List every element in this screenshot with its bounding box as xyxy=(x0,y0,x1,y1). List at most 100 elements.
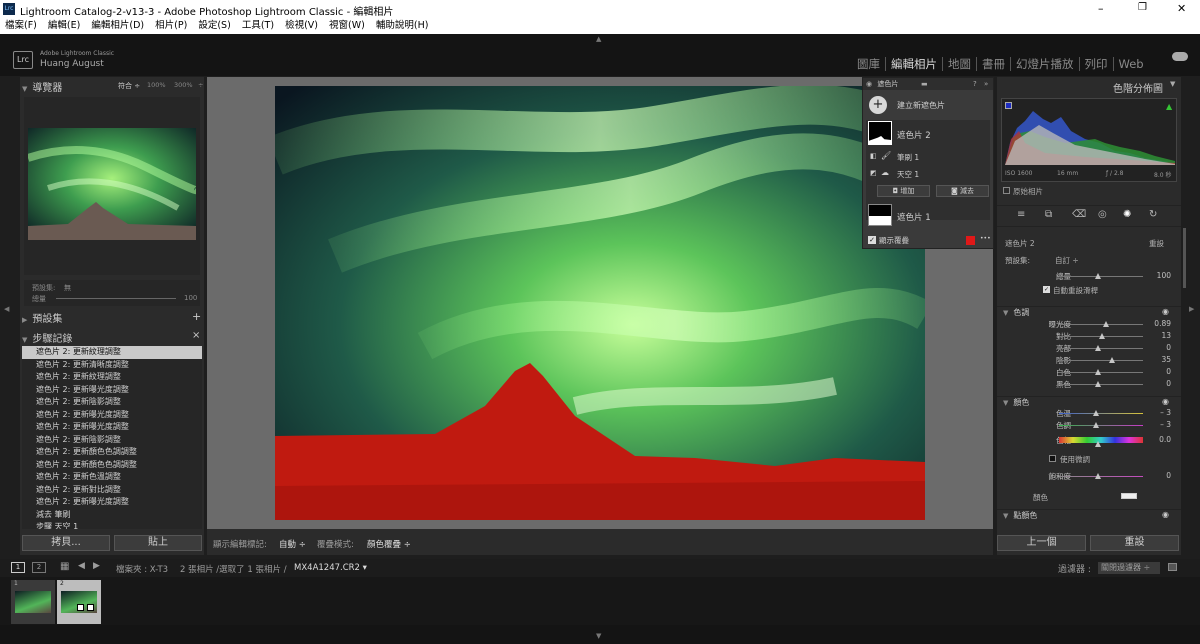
module-slideshow[interactable]: 幻燈片播放 xyxy=(1011,57,1080,71)
history-item[interactable]: 遮色片 2: 更新紋理調整 xyxy=(22,346,202,359)
filter-lock-icon[interactable] xyxy=(1168,563,1177,571)
slider-knob[interactable] xyxy=(1093,410,1099,416)
temperature-slider[interactable]: 色溫 – 3 xyxy=(1003,408,1175,420)
fine-adjust-label[interactable]: 使用微調 xyxy=(1060,454,1090,465)
show-overlay-label[interactable]: 顯示覆疊 xyxy=(879,235,909,246)
history-item[interactable]: 遮色片 2: 更新色溫調整 xyxy=(22,471,202,484)
history-item[interactable]: 遮色片 2: 更新陰影調整 xyxy=(22,396,202,409)
collapse-icon[interactable]: » xyxy=(984,78,988,90)
zoom-fit[interactable]: 符合 ÷ xyxy=(118,81,140,91)
slider-track[interactable] xyxy=(1059,476,1143,477)
masks-panel-header[interactable]: ◉ 遮色片 ▬ ? » xyxy=(863,78,993,90)
menu-photo[interactable]: 相片(P) xyxy=(155,20,187,31)
maximize-button[interactable]: ❐ xyxy=(1138,2,1147,13)
red-eye-icon[interactable]: ◎ xyxy=(1098,209,1107,220)
menu-help[interactable]: 輔助說明(H) xyxy=(376,20,429,31)
brush-visibility-icon[interactable]: ◧ xyxy=(870,152,877,160)
whites-slider[interactable]: 白色 0 xyxy=(1003,367,1175,379)
reset-button[interactable]: 重設 xyxy=(1090,535,1179,551)
slider-track[interactable] xyxy=(1059,360,1143,361)
previous-button[interactable]: 上一個 xyxy=(997,535,1086,551)
forward-arrow-icon[interactable]: ▶ xyxy=(93,561,100,571)
right-panel-toggle-icon[interactable]: ▶ xyxy=(1189,305,1194,313)
history-header[interactable]: ▼ 步驟記錄 × xyxy=(22,330,202,346)
histogram-collapse-icon[interactable]: ▼ xyxy=(1170,80,1175,88)
help-icon[interactable]: ? xyxy=(973,78,977,90)
temperature-value[interactable]: – 3 xyxy=(1160,408,1171,417)
file-name[interactable]: MX4A1247.CR2 ▾ xyxy=(294,563,367,573)
slider-track[interactable] xyxy=(1059,348,1143,349)
preset-amount-slider[interactable] xyxy=(56,298,176,299)
mask-preset-select[interactable]: 自訂 ÷ xyxy=(1055,255,1079,266)
filter-select[interactable]: 關閉過濾器 ÷ xyxy=(1098,562,1160,574)
mask-amount-value[interactable]: 100 xyxy=(1157,271,1171,280)
subtract-from-mask-button[interactable]: ◙ 減去 xyxy=(936,185,989,197)
module-library[interactable]: 圖庫 xyxy=(852,57,886,71)
second-screen-button[interactable]: 2 xyxy=(32,562,46,573)
slider-track[interactable] xyxy=(1059,384,1143,385)
film-thumb-1[interactable]: 1 xyxy=(11,580,55,624)
histogram[interactable]: ▲ ISO 1600 16 mm ƒ / 2.8 8.0 秒 xyxy=(1001,98,1177,182)
original-photo-label[interactable]: 原始相片 xyxy=(1013,186,1043,197)
hue-slider[interactable]: 色相 0.0 xyxy=(1003,435,1175,447)
zoom-300[interactable]: 300% xyxy=(174,81,193,89)
tone-section-header[interactable]: ▼ 色調 ◉ xyxy=(997,306,1181,320)
hue-value[interactable]: 0.0 xyxy=(1159,435,1171,444)
source-label[interactable]: 檔案夾 : X-T3 xyxy=(116,563,168,575)
add-preset-button[interactable]: + xyxy=(192,310,201,323)
saturation-slider[interactable]: 飽和度 0 xyxy=(1003,471,1175,483)
whites-value[interactable]: 0 xyxy=(1166,367,1171,376)
more-options-icon[interactable]: ••• xyxy=(980,235,991,242)
original-photo-checkbox[interactable] xyxy=(1003,187,1010,194)
auto-reset-label[interactable]: 自動重設滑桿 xyxy=(1053,285,1098,296)
module-develop[interactable]: 編輯相片 xyxy=(886,57,943,71)
history-item[interactable]: 遮色片 2: 更新對比調整 xyxy=(22,484,202,497)
history-item[interactable]: 遮色片 2: 更新曝光度調整 xyxy=(22,496,202,509)
main-photo[interactable] xyxy=(275,86,925,520)
copy-settings-button[interactable]: 拷貝... xyxy=(22,535,110,551)
brush-label[interactable]: 筆刷 1 xyxy=(897,152,919,163)
slider-track[interactable] xyxy=(1059,413,1143,414)
menu-view[interactable]: 檢視(V) xyxy=(285,20,318,31)
blacks-value[interactable]: 0 xyxy=(1166,379,1171,388)
back-arrow-icon[interactable]: ◀ xyxy=(78,561,85,571)
contrast-value[interactable]: 13 xyxy=(1161,331,1171,340)
color-swatch-picker[interactable] xyxy=(1121,493,1137,499)
create-mask-button[interactable]: + xyxy=(869,96,887,114)
history-item[interactable]: 步驟 天空 1 xyxy=(22,521,202,529)
history-item[interactable]: 遮色片 2: 更新陰影調整 xyxy=(22,434,202,447)
exposure-slider[interactable]: 曝光度 0.89 xyxy=(1003,319,1175,331)
mask-reset-link[interactable]: 重設 xyxy=(1149,238,1164,249)
fine-adjust-checkbox[interactable] xyxy=(1049,455,1056,462)
overlay-mode-select[interactable]: 顏色覆疊 ÷ xyxy=(367,538,411,550)
menu-settings[interactable]: 設定(S) xyxy=(198,20,230,31)
history-item[interactable]: 遮色片 2: 更新清晰度調整 xyxy=(22,359,202,372)
exposure-value[interactable]: 0.89 xyxy=(1154,319,1171,328)
close-button[interactable]: ✕ xyxy=(1177,2,1186,15)
slider-track[interactable] xyxy=(1059,324,1143,325)
masking-icon[interactable]: ✺ xyxy=(1123,209,1131,220)
history-item[interactable]: 遮色片 2: 更新顏色色調調整 xyxy=(22,446,202,459)
minimize-button[interactable]: – xyxy=(1098,2,1104,15)
mask1-row[interactable]: 遮色片 1 xyxy=(866,203,990,229)
show-overlay-checkbox[interactable]: ✓ xyxy=(868,236,876,244)
healing-icon[interactable]: ⌫ xyxy=(1072,209,1086,220)
navigator-thumbnail[interactable] xyxy=(28,128,196,240)
sky-visibility-icon[interactable]: ◩ xyxy=(870,169,877,177)
module-web[interactable]: Web xyxy=(1114,57,1149,71)
menu-edit[interactable]: 編輯(E) xyxy=(48,20,80,31)
history-item[interactable]: 遮色片 2: 更新紋理調整 xyxy=(22,371,202,384)
tint-value[interactable]: – 3 xyxy=(1160,420,1171,429)
slider-knob[interactable] xyxy=(1095,273,1101,279)
grid-view-icon[interactable]: ▦ xyxy=(60,561,69,572)
slider-knob[interactable] xyxy=(1109,357,1115,363)
auto-reset-checkbox[interactable]: ✓ xyxy=(1043,286,1050,293)
zoom-100[interactable]: 100% xyxy=(147,81,166,89)
history-item[interactable]: 減去 筆刷 xyxy=(22,509,202,522)
slider-track[interactable] xyxy=(1059,276,1143,277)
slider-knob[interactable] xyxy=(1095,473,1101,479)
saturation-value[interactable]: 0 xyxy=(1166,471,1171,480)
main-screen-button[interactable]: 1 xyxy=(11,562,25,573)
slider-knob[interactable] xyxy=(1095,345,1101,351)
shadows-slider[interactable]: 陰影 35 xyxy=(1003,355,1175,367)
